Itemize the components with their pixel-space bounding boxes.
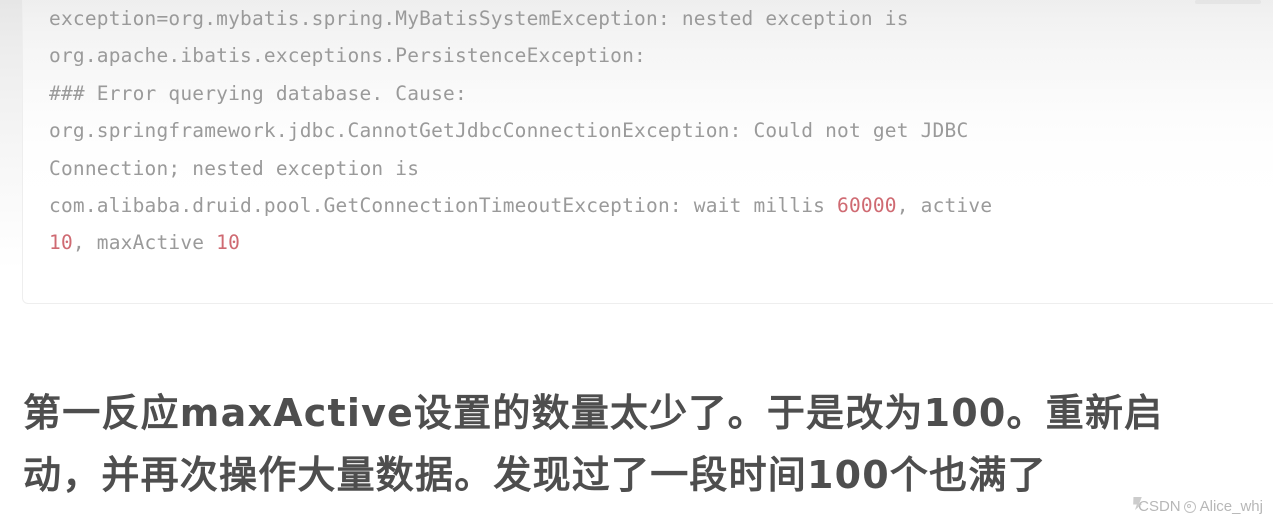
code-line-line-1: exception=org.mybatis.spring.MyBatisSyst… [49, 0, 1273, 37]
code-block-content[interactable]: exception=org.mybatis.spring.MyBatisSyst… [49, 0, 1273, 262]
code-line-line-5: Connection; nested exception is [49, 150, 1273, 187]
prose-line: 第一反应maxActive设置的数量太少了。于是改为100。重新启 [23, 391, 1164, 435]
page-root: exception=org.mybatis.spring.MyBatisSyst… [0, 0, 1273, 522]
code-line-line-4: org.springframework.jdbc.CannotGetJdbcCo… [49, 112, 1273, 149]
code-text-token: Connection; nested exception is [49, 156, 420, 180]
code-line-line-7: 10, maxActive 10 [49, 224, 1273, 261]
code-text-token: , maxActive [72, 231, 217, 255]
code-text-token: ### Error querying database. Cause: [49, 81, 467, 105]
code-number-token: 60000 [837, 194, 897, 218]
code-number-token: 10 [216, 231, 241, 255]
code-line-line-3: ### Error querying database. Cause: [49, 75, 1273, 112]
prose-paragraph: 第一反应maxActive设置的数量太少了。于是改为100。重新启 动，并再次操… [23, 382, 1273, 506]
code-line-line-2: org.apache.ibatis.exceptions.Persistence… [49, 37, 1273, 74]
code-block: exception=org.mybatis.spring.MyBatisSyst… [22, 0, 1273, 304]
code-line-line-6: com.alibaba.druid.pool.GetConnectionTime… [49, 187, 1273, 224]
code-text-token: exception=org.mybatis.spring.MyBatisSyst… [49, 7, 909, 30]
code-text-token: org.apache.ibatis.exceptions.Persistence… [49, 44, 646, 68]
prose-line: 动，并再次操作大量数据。发现过了一段时间100个也满了 [23, 453, 1047, 497]
code-text-token: com.alibaba.druid.pool.GetConnectionTime… [49, 194, 838, 218]
code-number-token: 10 [49, 231, 73, 255]
code-text-token: org.springframework.jdbc.CannotGetJdbcCo… [49, 119, 969, 143]
code-text-token: , active [896, 194, 993, 218]
